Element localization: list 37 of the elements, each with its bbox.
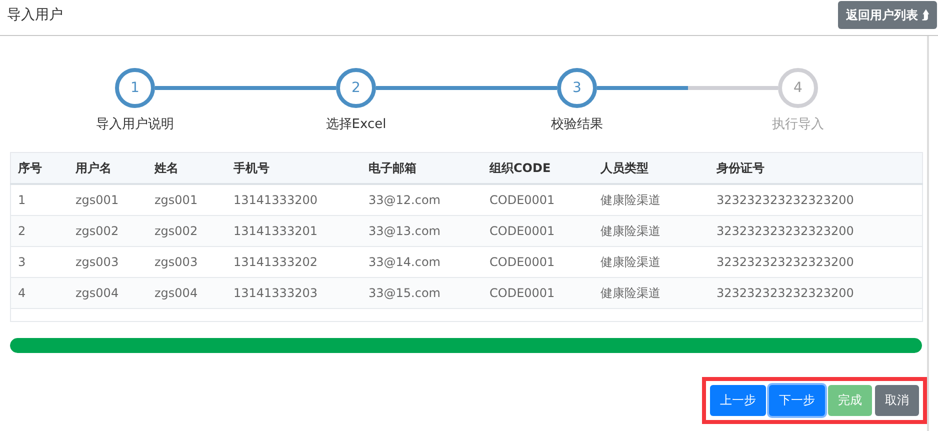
table-cell: 健康险渠道 — [594, 278, 710, 308]
table-cell: zgs002 — [148, 216, 226, 246]
table-cell: 健康险渠道 — [594, 216, 710, 246]
step-label: 导入用户说明 — [96, 116, 174, 133]
table-cell: zgs004 — [68, 278, 148, 308]
column-header: 电子邮箱 — [362, 152, 482, 184]
column-header: 用户名 — [68, 152, 148, 184]
page-title: 导入用户 — [7, 6, 63, 24]
step-circle: 4 — [778, 68, 818, 108]
step-circle: 1 — [115, 68, 155, 108]
column-header: 人员类型 — [594, 152, 710, 184]
table-cell: 13141333201 — [226, 216, 362, 246]
table-cell: zgs004 — [148, 278, 226, 308]
table-cell: CODE0001 — [482, 216, 594, 246]
step-button[interactable]: 上一步 — [710, 385, 766, 416]
column-header: 身份证号 — [710, 152, 922, 184]
table-cell: 4 — [10, 278, 68, 308]
column-header: 姓名 — [148, 152, 226, 184]
table-cell: zgs002 — [68, 216, 148, 246]
table-cell: 2 — [10, 216, 68, 246]
column-header: 组织CODE — [482, 152, 594, 184]
table-cell: 323232323232323200 — [710, 216, 922, 246]
column-header: 手机号 — [226, 152, 362, 184]
table-cell: 33@13.com — [362, 216, 482, 246]
table-cell: 33@15.com — [362, 278, 482, 308]
back-to-list-button[interactable]: 返回用户列表 ⮭ — [838, 1, 937, 29]
table-cell: 323232323232323200 — [710, 278, 922, 308]
step-button[interactable]: 取消 — [875, 385, 919, 416]
column-header: 序号 — [10, 152, 68, 184]
step-circle: 3 — [557, 68, 597, 108]
step-button[interactable]: 下一步 — [769, 385, 825, 416]
step-circle: 2 — [336, 68, 376, 108]
table-cell: CODE0001 — [482, 278, 594, 308]
table-cell: 13141333203 — [226, 278, 362, 308]
step-label: 校验结果 — [551, 116, 603, 133]
step-label: 执行导入 — [772, 116, 824, 133]
step-label: 选择Excel — [326, 116, 386, 133]
